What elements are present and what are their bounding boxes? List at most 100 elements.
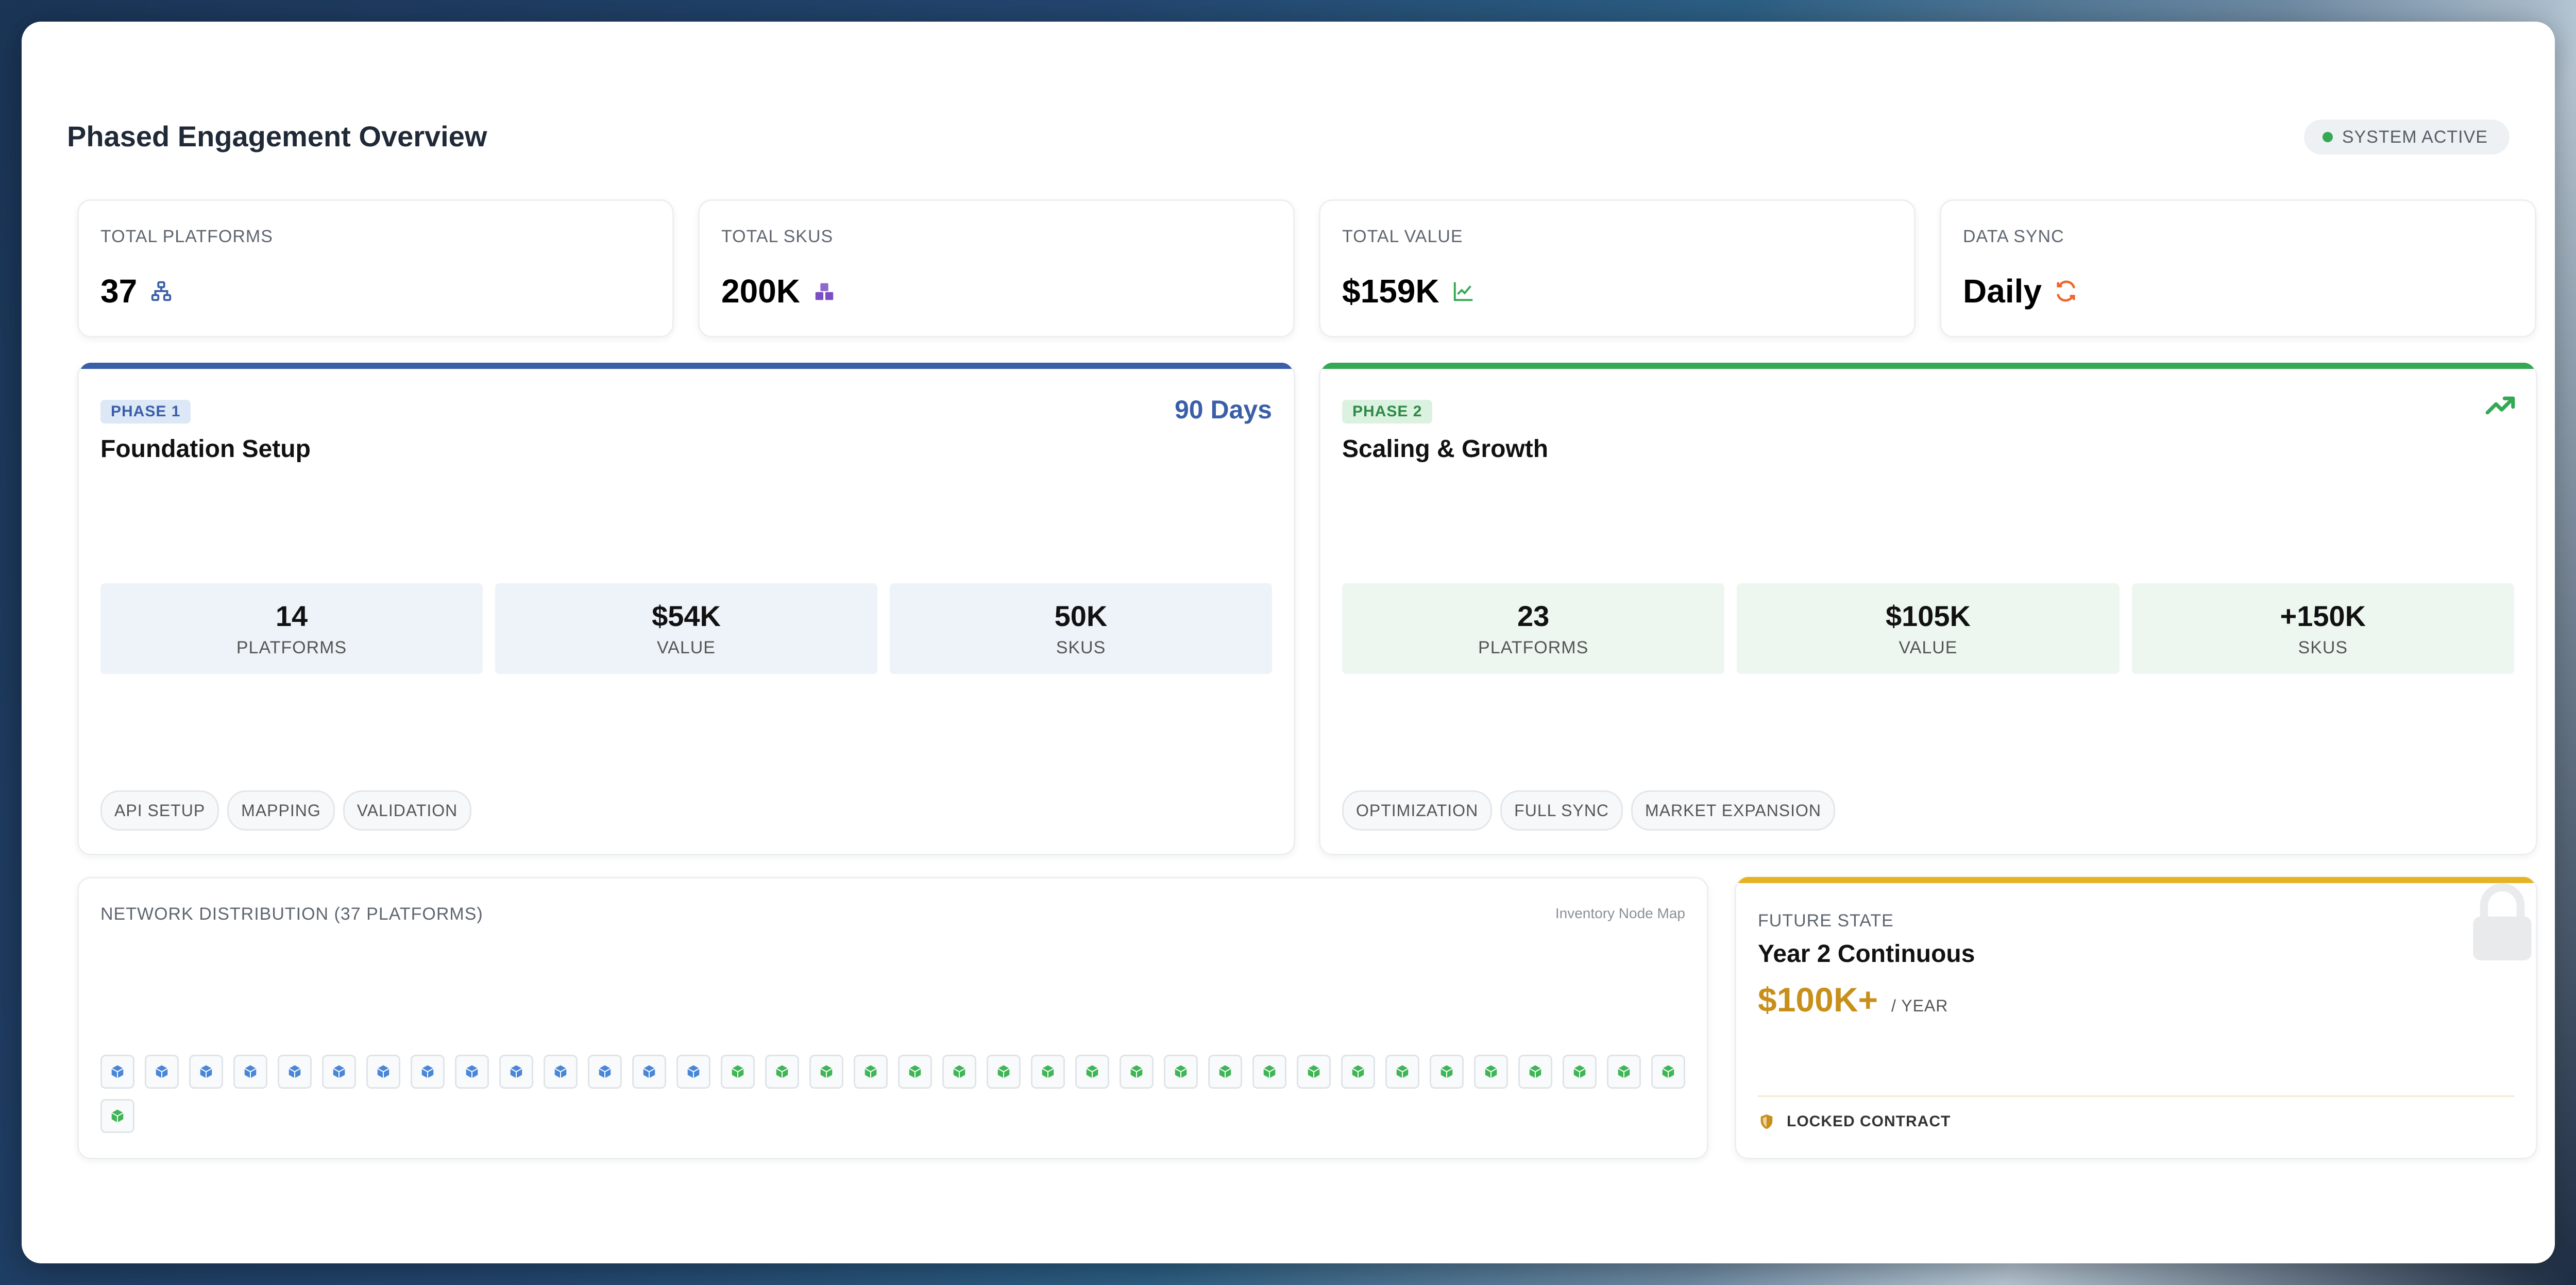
- platform-node[interactable]: [1518, 1055, 1552, 1089]
- platform-node[interactable]: [1252, 1055, 1286, 1089]
- platform-node[interactable]: [898, 1055, 932, 1089]
- platform-node[interactable]: [100, 1055, 134, 1089]
- platform-node[interactable]: [278, 1055, 312, 1089]
- stat-label: DATA SYNC: [1963, 227, 2064, 246]
- status-text: SYSTEM ACTIVE: [2342, 127, 2488, 147]
- cube-icon: [333, 1065, 345, 1078]
- metric-value: 23: [1517, 600, 1550, 632]
- cube-icon: [1573, 1065, 1586, 1078]
- future-label: FUTURE STATE: [1758, 911, 1894, 931]
- locked-contract-label: LOCKED CONTRACT: [1787, 1113, 1951, 1130]
- metric-value: 50K: [1054, 600, 1108, 632]
- stat-value-row: 200K: [721, 272, 836, 310]
- platform-node[interactable]: [1164, 1055, 1198, 1089]
- platform-node[interactable]: [1607, 1055, 1641, 1089]
- platform-node[interactable]: [100, 1099, 134, 1133]
- platform-node[interactable]: [411, 1055, 445, 1089]
- metric-value: $105K: [1885, 600, 1971, 632]
- cube-icon: [1440, 1065, 1453, 1078]
- cube-icon: [1219, 1065, 1231, 1078]
- cube-icon: [421, 1065, 434, 1078]
- platform-node[interactable]: [233, 1055, 267, 1089]
- cube-icon: [599, 1065, 611, 1078]
- platform-node[interactable]: [1297, 1055, 1331, 1089]
- stat-label: TOTAL PLATFORMS: [100, 227, 273, 246]
- platform-node[interactable]: [854, 1055, 888, 1089]
- platform-node[interactable]: [1208, 1055, 1242, 1089]
- metric-value: $54K: [652, 600, 721, 632]
- cube-icon: [1042, 1065, 1054, 1078]
- stat-card-platforms: TOTAL PLATFORMS 37: [77, 199, 674, 337]
- phase-1-accent-bar: [79, 363, 1294, 369]
- status-dot-icon: [2322, 132, 2333, 142]
- phase-2-card[interactable]: PHASE 2 Scaling & Growth 23 PLATFORMS $1…: [1319, 363, 2537, 855]
- cube-icon: [510, 1065, 522, 1078]
- header: Phased Engagement Overview SYSTEM ACTIVE: [67, 113, 2510, 160]
- stat-value: 37: [100, 273, 138, 310]
- tag-validation[interactable]: VALIDATION: [343, 790, 472, 831]
- platform-node[interactable]: [145, 1055, 179, 1089]
- platform-node[interactable]: [1651, 1055, 1685, 1089]
- future-state-card: FUTURE STATE Year 2 Continuous $100K+ / …: [1735, 877, 2537, 1159]
- platform-node[interactable]: [366, 1055, 400, 1089]
- platform-node[interactable]: [765, 1055, 799, 1089]
- cube-icon: [554, 1065, 567, 1078]
- platform-node[interactable]: [1385, 1055, 1419, 1089]
- platform-node[interactable]: [1474, 1055, 1508, 1089]
- platform-node[interactable]: [322, 1055, 356, 1089]
- boxes-icon: [815, 283, 834, 300]
- platform-node[interactable]: [942, 1055, 976, 1089]
- node-grid: [100, 1055, 1692, 1133]
- stat-card-sync: DATA SYNC Daily: [1940, 199, 2536, 337]
- future-unit: / YEAR: [1891, 996, 1948, 1015]
- locked-contract: LOCKED CONTRACT: [1758, 1113, 1951, 1130]
- future-accent-bar: [1736, 877, 2536, 883]
- platform-node[interactable]: [499, 1055, 533, 1089]
- cube-icon: [1352, 1065, 1364, 1078]
- platform-node[interactable]: [1341, 1055, 1375, 1089]
- phase-2-accent-bar: [1320, 363, 2536, 369]
- platform-node[interactable]: [676, 1055, 710, 1089]
- stat-value-row: 37: [100, 272, 173, 310]
- phase-title: Scaling & Growth: [1342, 435, 1549, 463]
- future-value-row: $100K+ / YEAR: [1758, 980, 1948, 1019]
- divider: [1758, 1095, 2514, 1097]
- phase-tags: OPTIMIZATION FULL SYNC MARKET EXPANSION: [1342, 790, 1836, 831]
- cube-icon: [377, 1065, 389, 1078]
- network-distribution-card: NETWORK DISTRIBUTION (37 PLATFORMS) Inve…: [77, 877, 1708, 1159]
- stat-value: $159K: [1342, 273, 1439, 310]
- tag-optimization[interactable]: OPTIMIZATION: [1342, 790, 1493, 831]
- tag-market-expansion[interactable]: MARKET EXPANSION: [1631, 790, 1836, 831]
- trending-up-icon: [2485, 396, 2515, 415]
- platform-node[interactable]: [809, 1055, 843, 1089]
- cube-icon: [289, 1065, 301, 1078]
- platform-node[interactable]: [987, 1055, 1021, 1089]
- platform-node[interactable]: [1430, 1055, 1464, 1089]
- cube-icon: [1396, 1065, 1409, 1078]
- tag-full-sync[interactable]: FULL SYNC: [1500, 790, 1623, 831]
- cube-icon: [776, 1065, 788, 1078]
- platform-node[interactable]: [1563, 1055, 1597, 1089]
- cube-icon: [244, 1065, 257, 1078]
- metric-label: VALUE: [1899, 638, 1958, 657]
- platform-node[interactable]: [588, 1055, 622, 1089]
- cube-icon: [1662, 1065, 1674, 1078]
- tag-mapping[interactable]: MAPPING: [227, 790, 335, 831]
- platform-node[interactable]: [632, 1055, 666, 1089]
- phase-badge: PHASE 1: [100, 400, 191, 424]
- platform-node[interactable]: [1075, 1055, 1109, 1089]
- platform-node[interactable]: [189, 1055, 223, 1089]
- platform-node[interactable]: [455, 1055, 489, 1089]
- metric-platforms: 23 PLATFORMS: [1342, 583, 1725, 674]
- platform-node[interactable]: [721, 1055, 755, 1089]
- stat-value-row: $159K: [1342, 272, 1476, 310]
- platform-node[interactable]: [1120, 1055, 1154, 1089]
- platform-node[interactable]: [544, 1055, 578, 1089]
- stat-card-skus: TOTAL SKUS 200K: [698, 199, 1295, 337]
- metric-skus: +150K SKUS: [2131, 583, 2514, 674]
- phase-1-card[interactable]: PHASE 1 Foundation Setup 90 Days 14 PLAT…: [77, 363, 1295, 855]
- metric-value: 14: [275, 600, 308, 632]
- tag-api-setup[interactable]: API SETUP: [100, 790, 219, 831]
- platform-node[interactable]: [1031, 1055, 1065, 1089]
- cube-icon: [997, 1065, 1010, 1078]
